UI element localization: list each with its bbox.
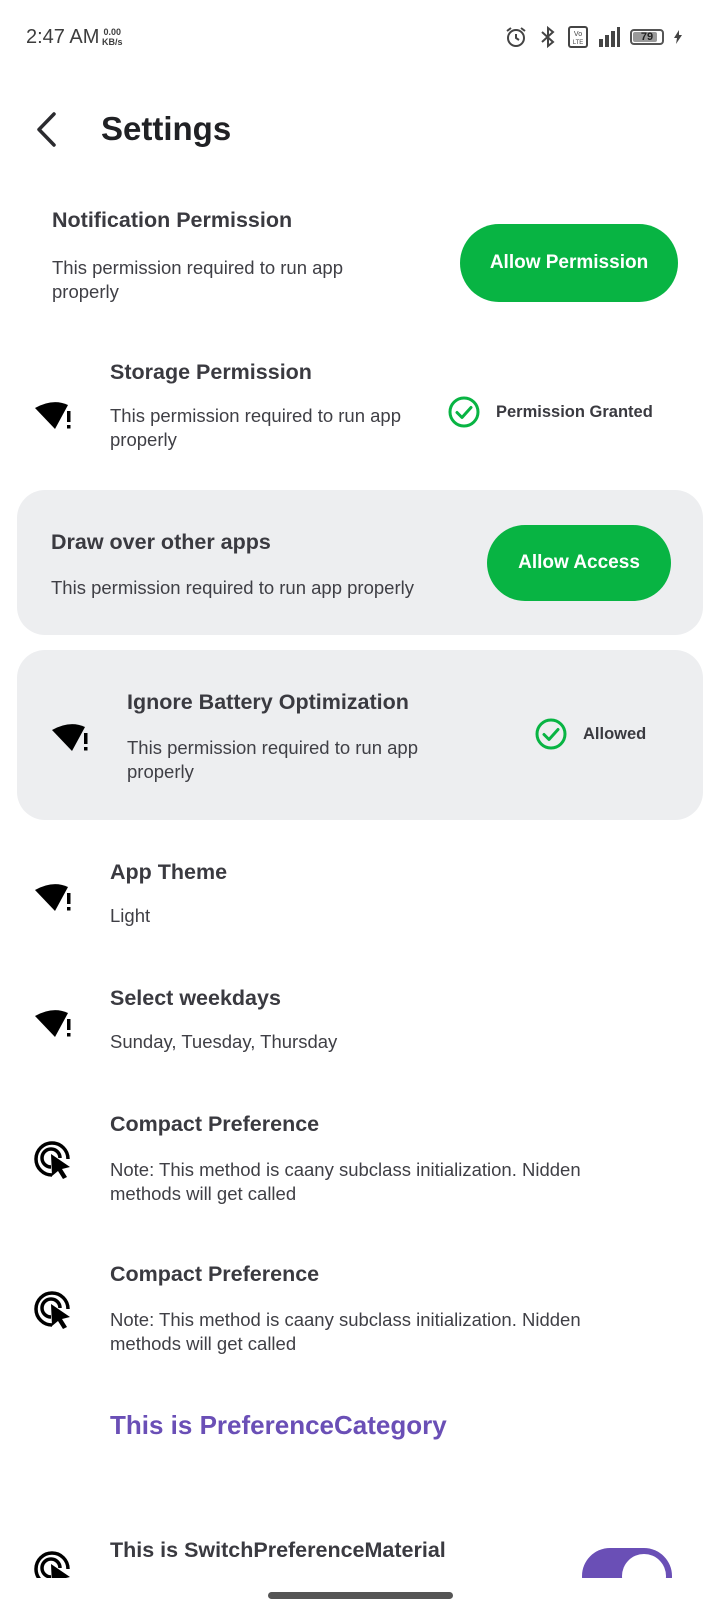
signal-icon [599, 27, 620, 47]
allow-access-button[interactable]: Allow Access [487, 525, 671, 601]
notification-permission-row: Notification Permission This permission … [0, 196, 720, 320]
battery-icon: 79 [630, 29, 664, 45]
page-title: Settings [101, 110, 232, 147]
switch-knob [622, 1554, 666, 1578]
wifi-alert-icon [35, 402, 71, 429]
compact-preference-row[interactable]: Compact Preference Note: This method is … [0, 1100, 720, 1230]
touch-app-icon [34, 1291, 70, 1329]
permission-granted-label: Permission Granted [496, 402, 653, 421]
wifi-alert-icon [35, 884, 71, 911]
check-circle-icon [535, 718, 567, 750]
notification-permission-title: Notification Permission [52, 208, 293, 232]
battery-optimization-subtitle: This permission required to run app prop… [127, 737, 419, 782]
alarm-icon [506, 27, 526, 47]
wifi-alert-icon [35, 1010, 71, 1037]
draw-over-apps-card: Draw over other apps This permission req… [17, 490, 703, 635]
arrow-back-icon [37, 112, 56, 147]
select-weekdays-row[interactable]: Select weekdays Sunday, Tuesday, Thursda… [0, 974, 720, 1074]
status-icons: Vo LTE 79 [504, 24, 682, 50]
battery-optimization-title: Ignore Battery Optimization [127, 690, 409, 714]
permission-granted-status: Permission Granted [448, 396, 653, 428]
home-indicator[interactable] [268, 1592, 453, 1599]
compact-preference-summary: Note: This method is caany subclass init… [110, 1159, 581, 1204]
draw-over-apps-title: Draw over other apps [51, 530, 271, 554]
allowed-label: Allowed [583, 724, 647, 743]
bluetooth-icon [541, 25, 555, 49]
svg-text:LTE: LTE [573, 40, 584, 46]
touch-app-icon [34, 1551, 70, 1578]
compact-preference-summary: Note: This method is caany subclass init… [110, 1309, 581, 1354]
back-button[interactable] [28, 108, 72, 152]
storage-permission-title: Storage Permission [110, 360, 312, 384]
charging-icon [674, 30, 682, 44]
compact-preference-title: Compact Preference [110, 1262, 320, 1286]
storage-permission-subtitle: This permission required to run app prop… [110, 405, 402, 450]
app-bar: Settings [0, 88, 720, 172]
draw-over-apps-subtitle: This permission required to run app prop… [51, 577, 414, 598]
status-bar: 2:47 AM 0.00 KB/s Vo LTE 79 [0, 0, 720, 76]
network-speed: 0.00 KB/s [102, 27, 123, 47]
touch-app-icon [34, 1141, 70, 1179]
battery-optimization-card[interactable]: Ignore Battery Optimization This permiss… [17, 650, 703, 820]
allow-permission-button[interactable]: Allow Permission [460, 224, 678, 302]
compact-preference-title: Compact Preference [110, 1112, 320, 1136]
volte-icon: Vo LTE [568, 26, 588, 48]
switch-toggle[interactable] [582, 1548, 672, 1578]
preference-category-title: This is PreferenceCategory [110, 1410, 447, 1440]
switch-preference-row[interactable]: This is SwitchPreferenceMaterial [0, 1528, 720, 1578]
app-theme-row[interactable]: App Theme Light [0, 848, 720, 948]
select-weekdays-title: Select weekdays [110, 986, 281, 1010]
switch-preference-title: This is SwitchPreferenceMaterial [110, 1538, 446, 1562]
select-weekdays-value: Sunday, Tuesday, Thursday [110, 1031, 338, 1052]
svg-text:Vo: Vo [574, 31, 582, 38]
wifi-alert-icon [52, 724, 88, 751]
check-circle-icon [448, 396, 480, 428]
battery-level: 79 [640, 31, 654, 43]
network-speed-value: 0.00 [103, 27, 122, 37]
network-speed-unit: KB/s [102, 37, 123, 47]
status-time: 2:47 AM [26, 26, 100, 48]
app-theme-value: Light [110, 905, 151, 926]
storage-permission-row[interactable]: Storage Permission This permission requi… [0, 348, 720, 472]
app-theme-title: App Theme [110, 860, 228, 884]
allowed-status: Allowed [535, 718, 646, 750]
notification-permission-subtitle: This permission required to run app prop… [52, 257, 344, 302]
compact-preference-row[interactable]: Compact Preference Note: This method is … [0, 1250, 720, 1380]
